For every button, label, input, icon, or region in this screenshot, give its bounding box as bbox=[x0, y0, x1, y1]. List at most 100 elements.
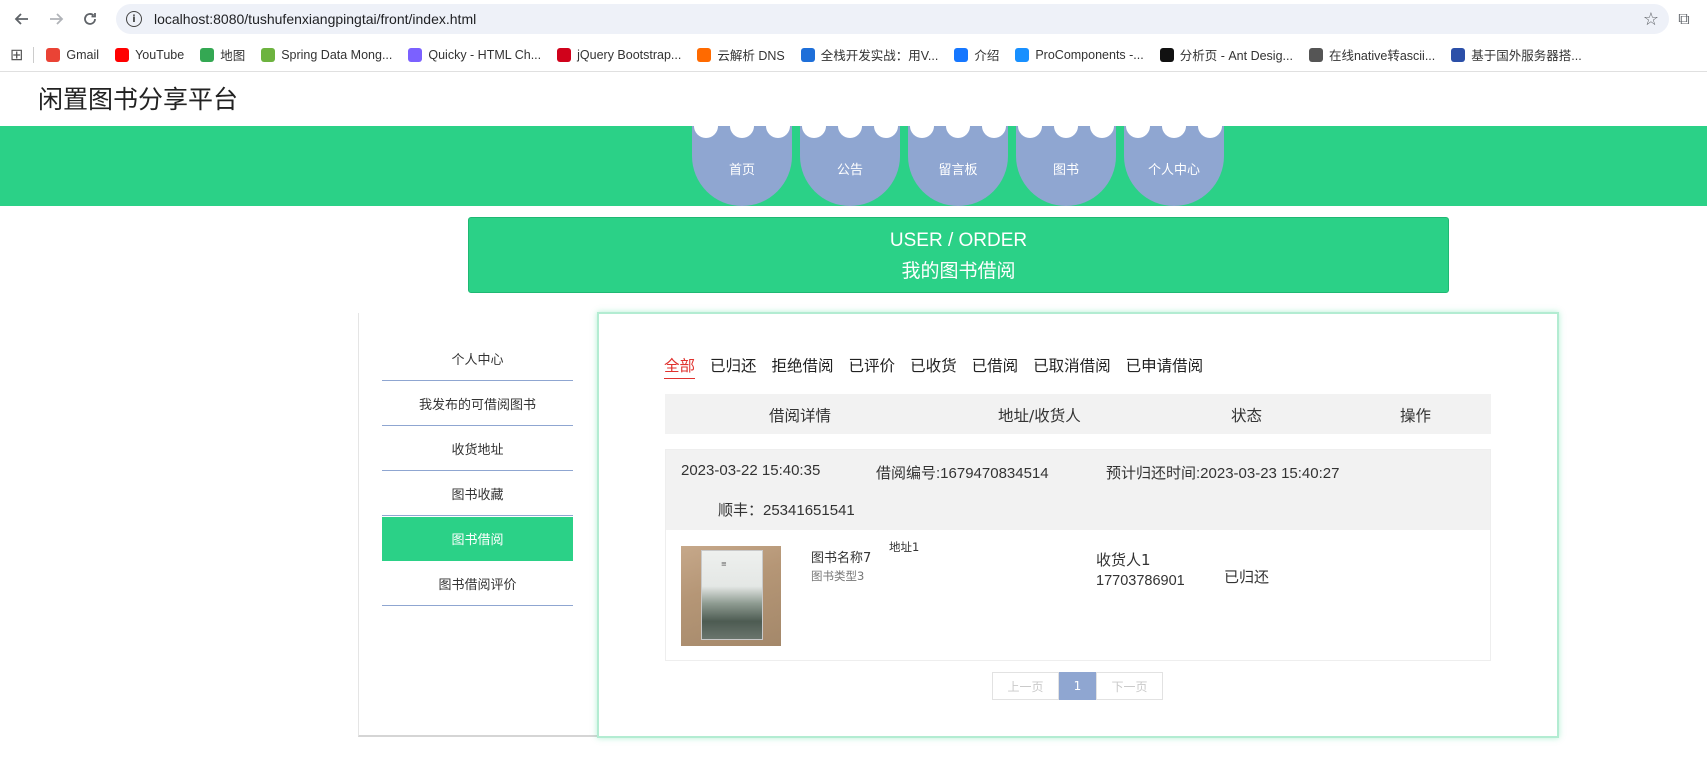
bookmark-item[interactable]: Spring Data Mong... bbox=[261, 47, 392, 62]
book-cover-image[interactable]: ≡ bbox=[681, 546, 781, 646]
status-tab[interactable]: 已借阅 bbox=[972, 354, 1019, 379]
status-tab[interactable]: 拒绝借阅 bbox=[772, 354, 834, 379]
book-type: 图书类型3 bbox=[811, 569, 865, 583]
nav-scallop bbox=[694, 114, 718, 138]
bookmark-label: 全栈开发实战：用V... bbox=[820, 49, 939, 63]
bookmark-star-icon[interactable]: ☆ bbox=[1643, 9, 1659, 30]
main-nav: 首页 公告 留言板 图书 个人中心 bbox=[692, 114, 1232, 206]
bookmark-label: 地图 bbox=[220, 49, 246, 63]
header-status: 状态 bbox=[1231, 407, 1263, 425]
table-header: 借阅详情 地址/收货人 状态 操作 bbox=[665, 394, 1491, 434]
next-page-button[interactable]: 下一页 bbox=[1096, 672, 1163, 700]
nav-item[interactable]: 个人中心 bbox=[1124, 114, 1224, 206]
sidebar-item[interactable]: 个人中心 bbox=[382, 337, 573, 381]
sidebar-item[interactable]: 收货地址 bbox=[382, 427, 573, 471]
header-details: 借阅详情 bbox=[769, 407, 832, 425]
status-tab[interactable]: 已评价 bbox=[849, 354, 896, 379]
order-phone: 17703786901 bbox=[1096, 573, 1185, 589]
nav-scallop bbox=[1090, 114, 1114, 138]
page-title-en: USER / ORDER bbox=[889, 230, 1028, 251]
status-tab[interactable]: 已申请借阅 bbox=[1126, 354, 1204, 379]
web-icon bbox=[1308, 47, 1323, 62]
nav-item-label: 公告 bbox=[836, 162, 863, 178]
header-address: 地址/收货人 bbox=[998, 407, 1081, 425]
browser-toolbar: i localhost:8080/tushufenxiangpingtai/fr… bbox=[0, 0, 1707, 38]
nav-scallop bbox=[1198, 114, 1222, 138]
pagination: 上一页 1 下一页 bbox=[992, 672, 1163, 700]
nav-scallop bbox=[1054, 114, 1078, 138]
aliyun-icon bbox=[697, 47, 712, 62]
page-number-button[interactable]: 1 bbox=[1059, 672, 1096, 700]
bookmark-item[interactable]: YouTube bbox=[115, 47, 185, 62]
bookmark-item[interactable]: 介绍 bbox=[954, 45, 999, 64]
bookmark-label: Quicky - HTML Ch... bbox=[428, 47, 542, 62]
status-tab[interactable]: 已取消借阅 bbox=[1033, 354, 1111, 379]
sidebar-item[interactable]: 图书借阅 bbox=[382, 517, 573, 561]
reload-icon[interactable] bbox=[76, 5, 104, 33]
apps-grid-icon[interactable]: ⊞ bbox=[10, 45, 23, 65]
nav-scallop bbox=[1162, 114, 1186, 138]
site-title: 闲置图书分享平台 bbox=[38, 85, 239, 114]
bookmark-item[interactable]: 全栈开发实战：用V... bbox=[800, 45, 939, 64]
order-receiver: 收货人1 bbox=[1096, 551, 1151, 569]
bookmarks-divider bbox=[33, 46, 35, 63]
bookmark-label: Gmail bbox=[66, 47, 100, 62]
sidebar-item[interactable]: 我发布的可借阅图书 bbox=[382, 382, 573, 426]
bookmark-item[interactable]: Quicky - HTML Ch... bbox=[408, 47, 542, 62]
nav-item-label: 个人中心 bbox=[1147, 162, 1200, 178]
sidebar-item[interactable]: 图书收藏 bbox=[382, 472, 573, 516]
status-tabs: 全部 已归还 拒绝借阅 已评价 已收货 已借阅 已取消借阅 已申请借阅 bbox=[664, 354, 1218, 379]
order-status: 已归还 bbox=[1224, 568, 1270, 586]
order-card: 2023-03-22 15:40:35 借阅编号:1679470834514 预… bbox=[665, 449, 1491, 661]
nav-scallop bbox=[982, 114, 1006, 138]
user-sidebar: 个人中心 我发布的可借阅图书 收货地址 图书收藏 图书借阅 图书借阅评价 bbox=[358, 313, 598, 737]
site-info-icon[interactable]: i bbox=[126, 11, 142, 27]
back-icon[interactable] bbox=[8, 5, 36, 33]
order-header: 2023-03-22 15:40:35 借阅编号:1679470834514 预… bbox=[666, 450, 1490, 530]
nav-item[interactable]: 公告 bbox=[800, 114, 900, 206]
address-bar[interactable]: i localhost:8080/tushufenxiangpingtai/fr… bbox=[116, 4, 1669, 34]
book-illustration bbox=[701, 550, 763, 640]
nav-scallop bbox=[910, 114, 934, 138]
bookmark-label: YouTube bbox=[135, 47, 185, 62]
status-tab[interactable]: 已归还 bbox=[710, 354, 757, 379]
forward-icon[interactable] bbox=[42, 5, 70, 33]
order-address: 地址1 bbox=[889, 540, 920, 554]
bookmark-item[interactable]: 基于国外服务器搭... bbox=[1451, 45, 1582, 64]
bookmark-item[interactable]: Gmail bbox=[46, 47, 100, 62]
bookmark-item[interactable]: jQuery Bootstrap... bbox=[557, 47, 681, 62]
nav-item[interactable]: 图书 bbox=[1016, 114, 1116, 206]
extensions-icon[interactable]: ⧉ bbox=[1669, 9, 1699, 29]
header-actions: 操作 bbox=[1400, 407, 1432, 425]
prev-page-button[interactable]: 上一页 bbox=[992, 672, 1059, 700]
nav-item-label: 图书 bbox=[1052, 162, 1079, 178]
gmail-icon bbox=[46, 47, 61, 62]
nav-item[interactable]: 留言板 bbox=[908, 114, 1008, 206]
bookmark-list: Gmail YouTube 地图 Spring Data Mong... Quicky … bbox=[46, 45, 1597, 64]
bookmark-item[interactable]: 分析页 - Ant Desig... bbox=[1159, 45, 1293, 64]
nav-scallop bbox=[946, 114, 970, 138]
url-text[interactable]: localhost:8080/tushufenxiangpingtai/fron… bbox=[154, 11, 1643, 27]
bookmark-label: 分析页 - Ant Desig... bbox=[1179, 49, 1293, 63]
bookmark-item[interactable]: 在线native转ascii... bbox=[1308, 45, 1435, 64]
sidebar-item[interactable]: 图书借阅评价 bbox=[382, 562, 573, 606]
order-return-time: 预计归还时间:2023-03-23 15:40:27 bbox=[1106, 465, 1340, 482]
bookmark-item[interactable]: ProComponents -... bbox=[1015, 47, 1144, 62]
book-name[interactable]: 图书名称7 bbox=[811, 547, 871, 566]
pro-icon bbox=[1159, 47, 1174, 62]
bookmarks-bar: ⊞ Gmail YouTube 地图 Spring Data Mong... Quick… bbox=[0, 38, 1707, 72]
status-tab[interactable]: 全部 bbox=[664, 354, 696, 379]
bookmark-item[interactable]: 云解析 DNS bbox=[697, 45, 785, 64]
bookmark-label: ProComponents -... bbox=[1035, 47, 1144, 62]
nav-scallop bbox=[1126, 114, 1150, 138]
order-number: 借阅编号:1679470834514 bbox=[876, 465, 1049, 482]
bookmark-label: 介绍 bbox=[974, 49, 1000, 63]
nav-item-label: 首页 bbox=[728, 162, 755, 178]
nav-scallop bbox=[766, 114, 790, 138]
nav-item[interactable]: 首页 bbox=[692, 114, 792, 206]
nav-scallop bbox=[730, 114, 754, 138]
bookmark-label: 基于国外服务器搭... bbox=[1471, 49, 1582, 63]
bookmark-label: 云解析 DNS bbox=[717, 49, 785, 63]
status-tab[interactable]: 已收货 bbox=[910, 354, 957, 379]
bookmark-item[interactable]: 地图 bbox=[200, 45, 245, 64]
